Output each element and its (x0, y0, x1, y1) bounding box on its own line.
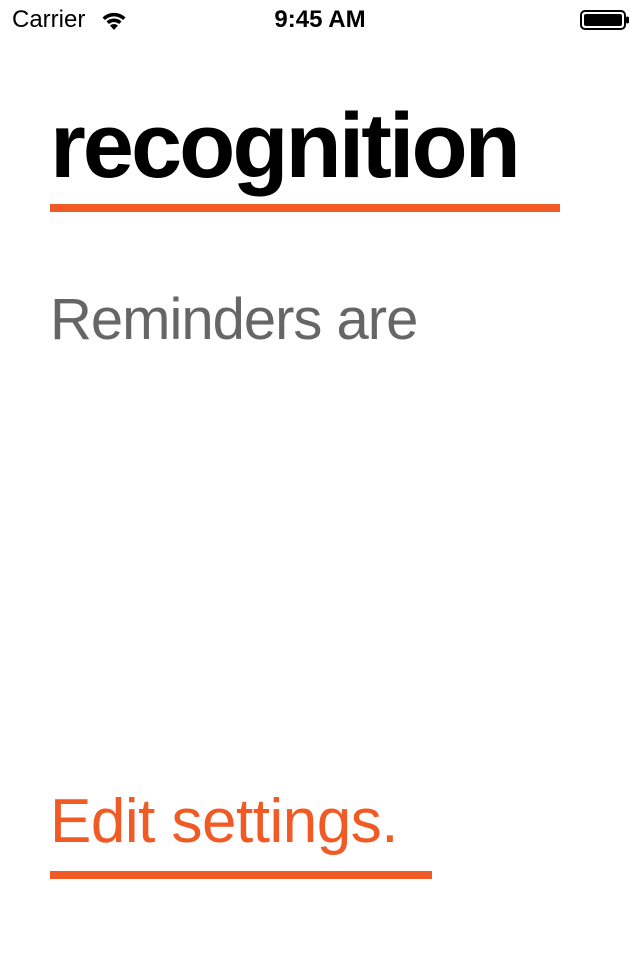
edit-settings-underline (50, 871, 432, 879)
status-time: 9:45 AM (274, 6, 366, 33)
title-block: recognition (50, 95, 521, 197)
title-underline (50, 204, 560, 212)
battery-icon (580, 10, 630, 30)
page-title: recognition (50, 95, 521, 197)
reminders-text: Reminders are (50, 287, 418, 352)
status-bar: Carrier 9:45 AM (0, 0, 640, 40)
edit-settings-link[interactable]: Edit settings. (50, 786, 398, 858)
